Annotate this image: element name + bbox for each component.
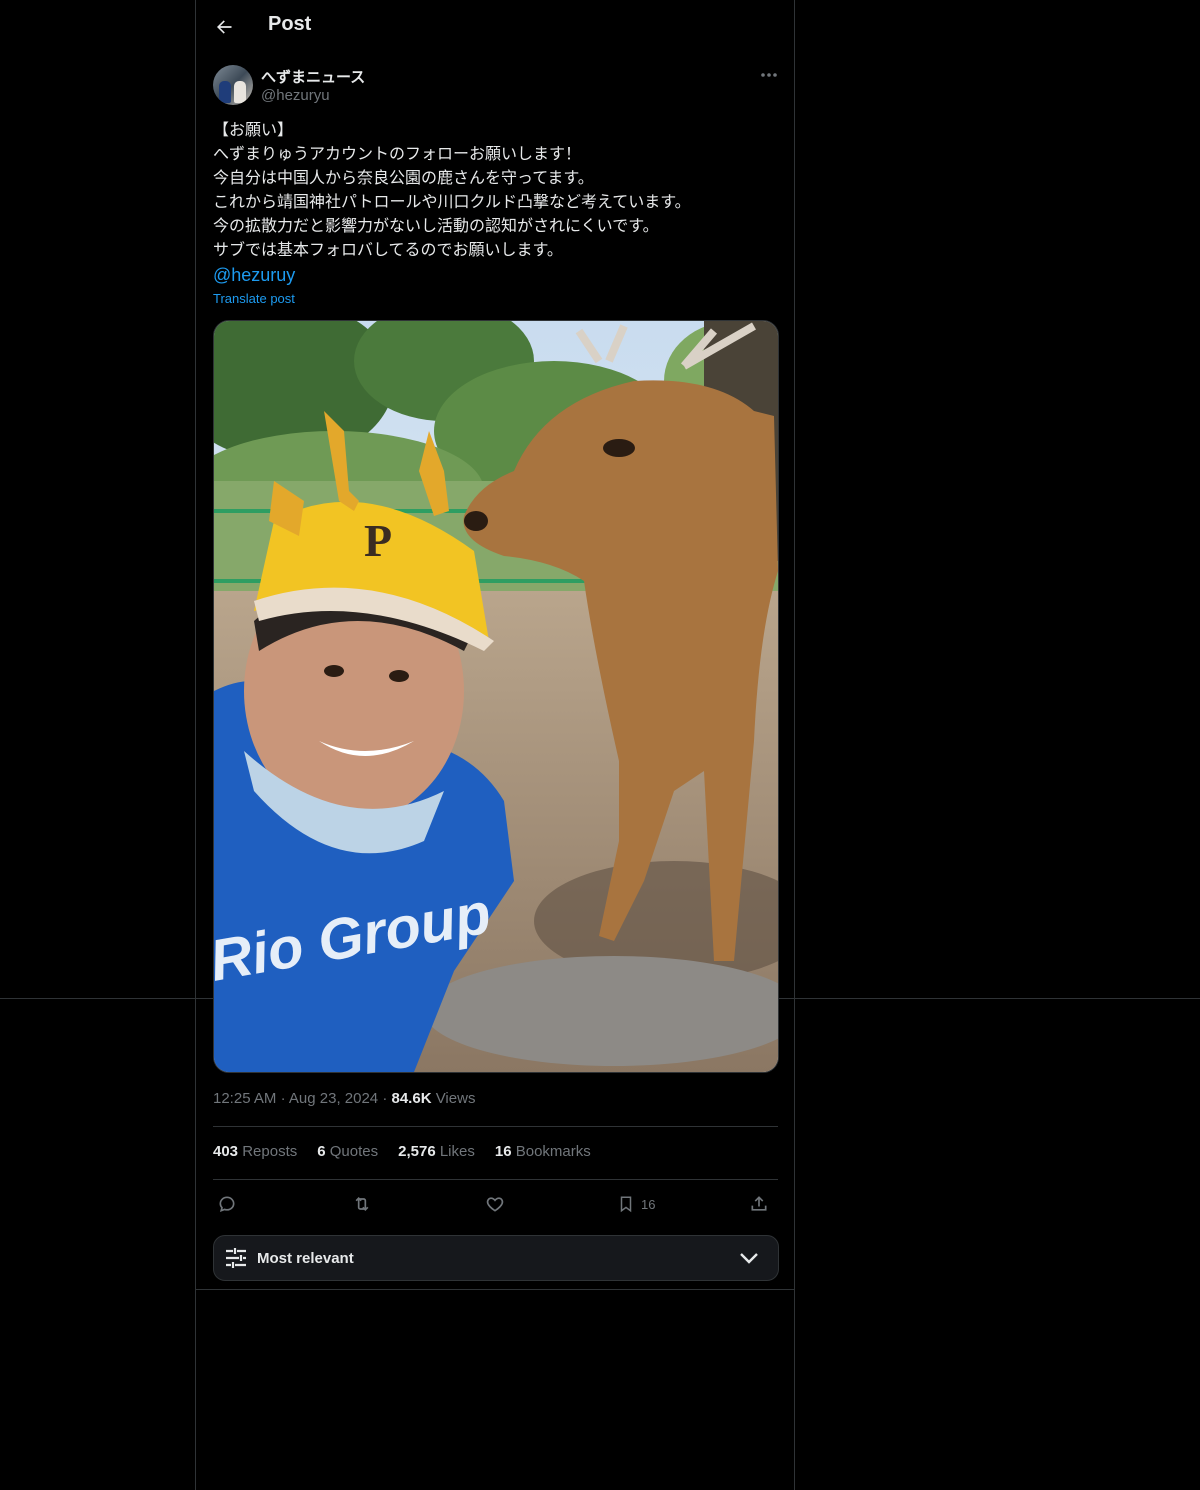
views-count: 84.6K [391, 1090, 432, 1107]
like-button[interactable] [485, 1188, 505, 1220]
more-icon [761, 73, 777, 77]
main-column: Post へずまニュース @hezuryu 【お願い】 へずまりゅうアカウントの… [195, 0, 795, 1490]
tweet-line: 今自分は中国人から奈良公園の鹿さんを守ってます。 [213, 170, 594, 187]
action-bar: 16 [213, 1188, 778, 1220]
likes-stat[interactable]: 2,576 Likes [398, 1143, 475, 1160]
tweet-text: 【お願い】 へずまりゅうアカウントのフォローお願いします！ 今自分は中国人から奈… [213, 119, 773, 289]
back-button[interactable] [206, 9, 242, 45]
translate-post-link[interactable]: Translate post [213, 291, 295, 306]
more-button[interactable] [752, 62, 786, 88]
tweet-photo[interactable]: P Rio Group [213, 320, 779, 1073]
bookmarks-count: 16 [494, 1143, 512, 1160]
bookmarks-label: Bookmarks [515, 1143, 591, 1160]
bookmark-count: 16 [641, 1196, 656, 1212]
filter-icon [226, 1248, 246, 1268]
divider [213, 1126, 778, 1127]
tweet-line: へずまりゅうアカウントのフォローお願いします！ [213, 146, 582, 163]
tweet-meta: 12:25 AM · Aug 23, 2024 · 84.6K Views [213, 1090, 475, 1107]
views-label: Views [435, 1090, 476, 1107]
like-icon [486, 1197, 504, 1212]
engagement-stats: 403 Reposts 6 Quotes 2,576 Likes 16 Book… [213, 1143, 591, 1160]
chevron-down-icon [740, 1253, 758, 1264]
mention-link[interactable]: @hezuruy [213, 265, 295, 285]
reposts-stat[interactable]: 403 Reposts [213, 1143, 297, 1160]
reply-button[interactable] [217, 1188, 237, 1220]
bookmark-button[interactable]: 16 [617, 1188, 655, 1220]
tweet-date[interactable]: Aug 23, 2024 [289, 1090, 378, 1107]
likes-count: 2,576 [398, 1143, 436, 1160]
tweet-time[interactable]: 12:25 AM [213, 1090, 276, 1107]
arrow-left-icon [217, 20, 232, 34]
tweet-line: 今の拡散力だと影響力がないし活動の認知がされにくいです。 [213, 218, 659, 235]
reposts-label: Reposts [242, 1143, 298, 1160]
meta-separator: · [280, 1090, 286, 1107]
author-display-name[interactable]: へずまニュース [261, 66, 365, 87]
tweet-line: サブでは基本フォロバしてるのでお願いします。 [213, 242, 563, 259]
author-handle[interactable]: @hezuryu [261, 87, 330, 104]
bookmarks-stat[interactable]: 16 Bookmarks [495, 1143, 591, 1160]
likes-label: Likes [439, 1143, 475, 1160]
bookmark-icon [620, 1196, 632, 1213]
quotes-stat[interactable]: 6 Quotes [317, 1143, 378, 1160]
page-title: Post [268, 13, 312, 35]
divider [213, 1179, 778, 1180]
section-divider [196, 1289, 794, 1290]
sort-label: Most relevant [257, 1250, 354, 1267]
tweet-line: これから靖国神社パトロールや川口クルド凸撃など考えています。 [213, 194, 691, 211]
avatar[interactable] [213, 65, 253, 105]
repost-icon [355, 1196, 369, 1212]
share-icon [751, 1196, 767, 1211]
repost-button[interactable] [351, 1188, 373, 1220]
sort-replies-dropdown[interactable]: Most relevant [213, 1235, 779, 1281]
svg-text:P: P [364, 515, 392, 566]
page-header: Post [196, 0, 794, 54]
photo-illustration: P Rio Group [214, 321, 778, 1072]
share-button[interactable] [749, 1188, 769, 1220]
reply-icon [219, 1196, 235, 1213]
meta-separator: · [382, 1090, 388, 1107]
quotes-count: 6 [317, 1143, 326, 1160]
quotes-label: Quotes [329, 1143, 379, 1160]
tweet-line: 【お願い】 [213, 122, 294, 139]
reposts-count: 403 [213, 1143, 239, 1160]
